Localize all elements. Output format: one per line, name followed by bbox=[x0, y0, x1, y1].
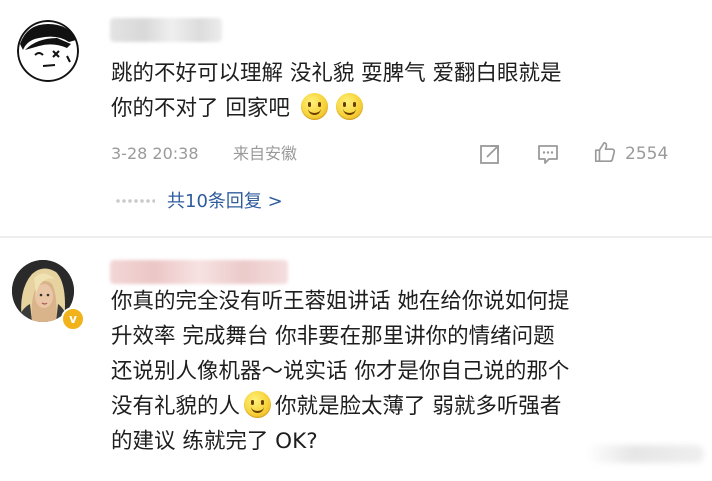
user-avatar[interactable] bbox=[17, 20, 79, 82]
username-blurred[interactable] bbox=[110, 18, 222, 42]
username-blurred[interactable] bbox=[110, 260, 288, 284]
smiley-emoji-icon bbox=[244, 391, 272, 418]
comment-card: 跳的不好可以理解 没礼貌 耍脾气 爱翻白眼就是 你的不对了 回家吧 3-28 2… bbox=[0, 0, 712, 236]
thumbs-up-icon[interactable] bbox=[593, 140, 617, 164]
comment-meta: 3-28 20:38 来自安徽 2554 bbox=[111, 141, 691, 167]
smiley-emoji-icon bbox=[335, 93, 363, 120]
comment-text: 你真的完全没有听王蓉姐讲话 她在给你说如何提 升效率 完成舞台 你非要在那里讲你… bbox=[111, 284, 569, 459]
comment-source: 来自安徽 bbox=[233, 144, 298, 163]
cartoon-face-avatar-icon bbox=[17, 20, 79, 82]
comment-line: 跳的不好可以理解 没礼貌 耍脾气 爱翻白眼就是 bbox=[111, 61, 562, 86]
comment-line-text: 你就是脸太薄了 弱就多听强者 bbox=[275, 394, 562, 419]
comment-line: 还说别人像机器～说实话 你才是你自己说的那个 bbox=[111, 359, 570, 384]
comment-line-text: 你的不对了 回家吧 bbox=[111, 96, 290, 121]
dotted-divider bbox=[115, 198, 155, 204]
view-replies-link[interactable]: 共10条回复 > bbox=[167, 188, 283, 216]
share-icon[interactable] bbox=[478, 142, 502, 166]
comment-line-with-emoji: 你的不对了 回家吧 bbox=[111, 91, 562, 126]
smiley-emoji-icon bbox=[300, 93, 328, 120]
watermark-blurred bbox=[586, 445, 704, 463]
like-count: 2554 bbox=[625, 144, 669, 164]
comment-line: 你真的完全没有听王蓉姐讲话 她在给你说如何提 bbox=[111, 289, 570, 314]
comment-line-text: 没有礼貌的人 bbox=[111, 394, 241, 419]
comment-line: 升效率 完成舞台 你非要在那里讲你的情绪问题 bbox=[111, 324, 555, 349]
comment-line-with-emoji: 没有礼貌的人 你就是脸太薄了 弱就多听强者 bbox=[111, 389, 569, 424]
comment-line: 的建议 练就完了 OK? bbox=[111, 429, 318, 454]
comment-text: 跳的不好可以理解 没礼貌 耍脾气 爱翻白眼就是 你的不对了 回家吧 bbox=[111, 56, 562, 126]
comment-card: v 你真的完全没有听王蓉姐讲话 她在给你说如何提 升效率 完成舞台 你非要在那里… bbox=[0, 238, 712, 481]
comment-icon[interactable] bbox=[536, 142, 560, 166]
comment-date: 3-28 20:38 bbox=[111, 144, 199, 163]
verified-badge-icon: v bbox=[61, 307, 85, 331]
